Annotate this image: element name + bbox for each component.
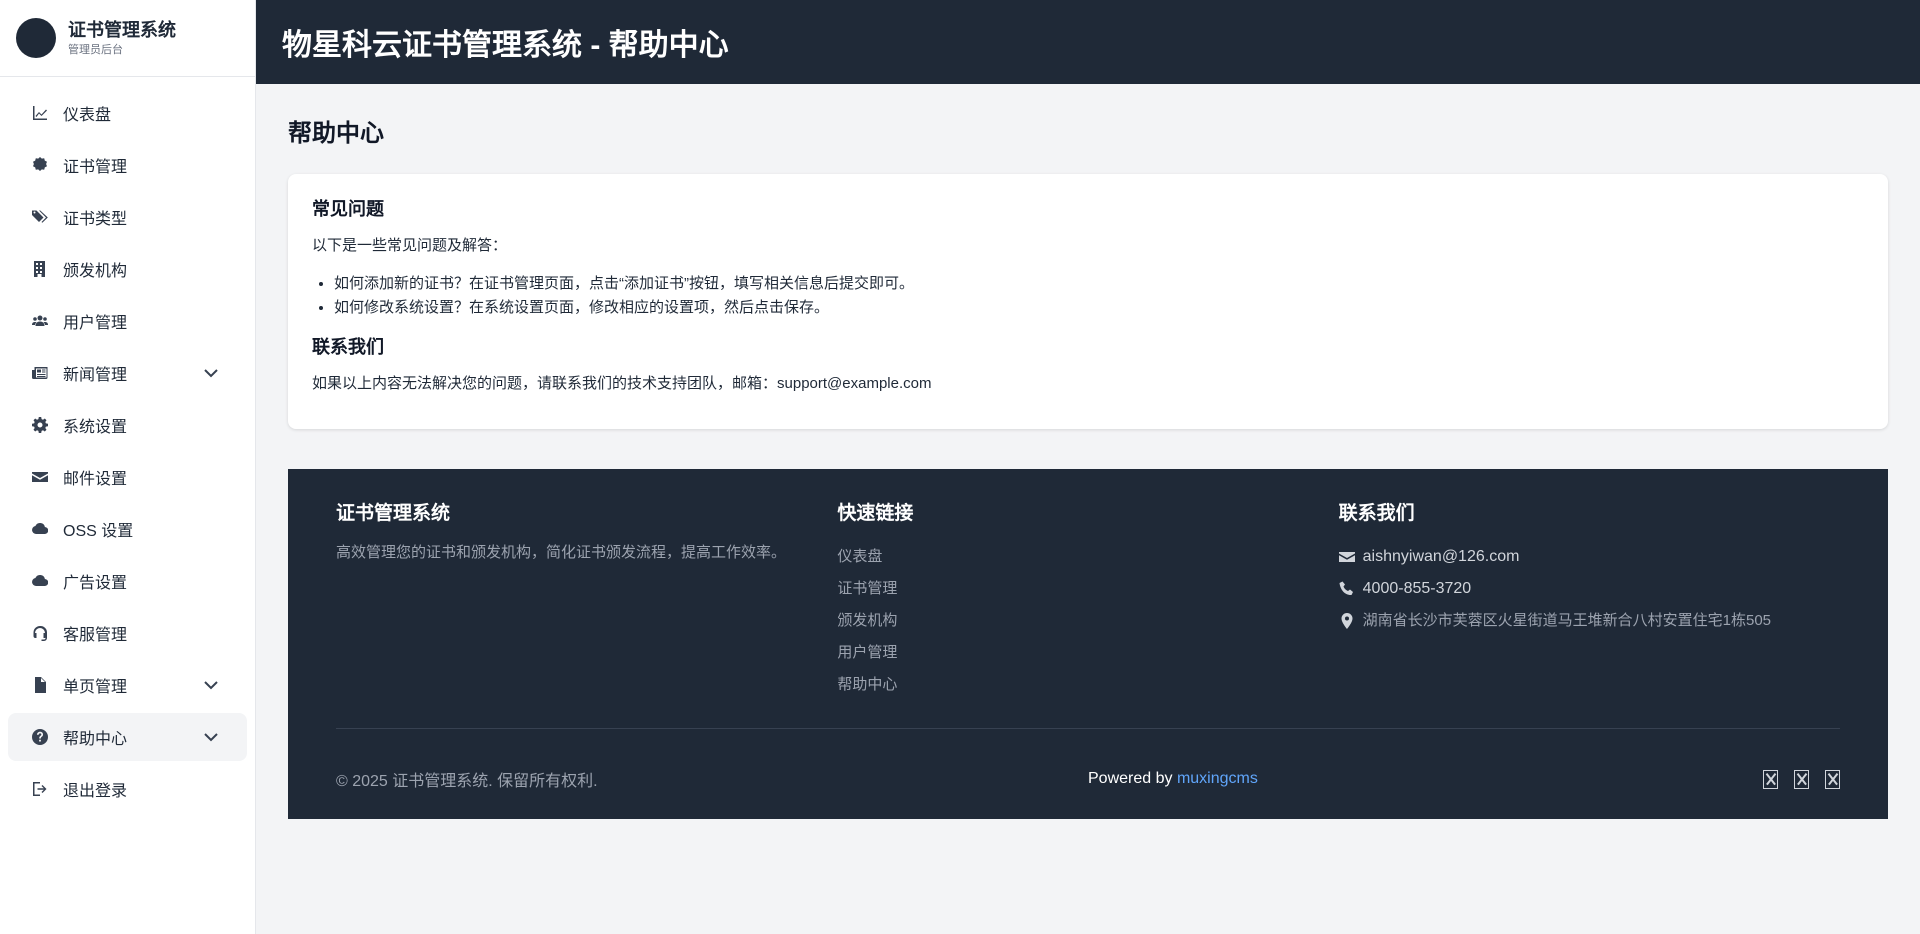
footer-email-text: aishnyiwan@126.com	[1362, 548, 1520, 565]
footer-divider	[336, 728, 1840, 729]
chart-line-icon	[32, 101, 56, 125]
brand: 证书管理系统 管理员后台	[0, 0, 255, 77]
sidebar-item-dashboard[interactable]: 仪表盘	[8, 89, 247, 137]
sidebar-item-cert-types[interactable]: 证书类型	[8, 193, 247, 241]
powered-link[interactable]: muxingcms	[1177, 770, 1258, 787]
sidebar-item-label: 新闻管理	[63, 367, 128, 384]
footer-bottom: © 2025 证书管理系统. 保留所有权利. Powered by muxing…	[336, 759, 1840, 799]
top-header: 物星科云证书管理系统 - 帮助中心	[256, 0, 1920, 84]
sidebar-item-label: 系统设置	[63, 419, 128, 436]
sidebar-item-single-pages[interactable]: 单页管理	[8, 661, 247, 709]
sidebar-item-logout[interactable]: 退出登录	[8, 765, 247, 813]
chevron-down-icon[interactable]	[203, 677, 219, 693]
footer-address-text: 湖南省长沙市芙蓉区火星街道马王堆新合八村安置住宅1栋505	[1362, 612, 1772, 629]
sidebar-item-oss-settings[interactable]: OSS 设置	[8, 505, 247, 553]
sidebar-item-label: 用户管理	[63, 315, 128, 332]
footer-link-users[interactable]: 用户管理	[837, 637, 1338, 669]
sidebar: 证书管理系统 管理员后台 仪表盘 证书管理 证书类型 颁发机构 用户管理 新闻管…	[0, 0, 256, 934]
footer-about-title: 证书管理系统	[336, 503, 451, 524]
brand-avatar	[16, 18, 56, 58]
social-icon-1[interactable]	[1763, 769, 1778, 789]
footer-quick-links: 快速链接 仪表盘 证书管理 颁发机构 用户管理 帮助中心	[837, 501, 1338, 701]
chevron-down-icon[interactable]	[203, 729, 219, 745]
sidebar-nav: 仪表盘 证书管理 证书类型 颁发机构 用户管理 新闻管理 系统设置 邮件设置 O…	[0, 77, 255, 813]
gear-icon	[32, 413, 56, 437]
copyright: © 2025 证书管理系统. 保留所有权利.	[336, 773, 598, 790]
sidebar-item-label: 颁发机构	[63, 263, 128, 280]
faq-list: 如何添加新的证书？在证书管理页面，点击“添加证书”按钮，填写相关信息后提交即可。…	[312, 272, 1864, 320]
envelope-icon	[32, 465, 56, 489]
question-circle-icon	[32, 725, 56, 749]
sidebar-item-label: 仪表盘	[63, 107, 112, 124]
headset-icon	[32, 621, 56, 645]
sign-out-icon	[32, 777, 56, 801]
sidebar-item-issuers[interactable]: 颁发机构	[8, 245, 247, 293]
footer-phone: 4000-855-3720	[1339, 573, 1840, 605]
list-item: 如何添加新的证书？在证书管理页面，点击“添加证书”按钮，填写相关信息后提交即可。	[334, 272, 1864, 296]
envelope-icon	[1338, 552, 1355, 562]
powered-by: Powered by muxingcms	[1088, 770, 1258, 788]
building-icon	[32, 257, 56, 281]
footer-contact-title: 联系我们	[1338, 503, 1415, 524]
sidebar-item-label: 邮件设置	[63, 471, 128, 488]
footer: 证书管理系统 高效管理您的证书和颁发机构，简化证书颁发流程，提高工作效率。 快速…	[288, 469, 1888, 819]
sidebar-item-label: OSS 设置	[63, 523, 134, 540]
sidebar-item-label: 帮助中心	[63, 731, 128, 748]
sidebar-item-label: 客服管理	[63, 627, 128, 644]
social-links	[1763, 769, 1840, 789]
footer-about: 证书管理系统 高效管理您的证书和颁发机构，简化证书颁发流程，提高工作效率。	[336, 501, 837, 701]
sidebar-item-customer-service[interactable]: 客服管理	[8, 609, 247, 657]
sidebar-item-system-settings[interactable]: 系统设置	[8, 401, 247, 449]
social-icon-3[interactable]	[1825, 769, 1840, 789]
contact-text: 如果以上内容无法解决您的问题，请联系我们的技术支持团队，邮箱：support@e…	[312, 375, 932, 392]
users-icon	[32, 309, 56, 333]
phone-icon	[1339, 581, 1353, 596]
brand-subtitle: 管理员后台	[68, 44, 123, 56]
footer-link-help[interactable]: 帮助中心	[837, 669, 1338, 701]
footer-email: aishnyiwan@126.com	[1338, 541, 1840, 573]
footer-phone-text: 4000-855-3720	[1362, 580, 1472, 597]
newspaper-icon	[32, 361, 56, 385]
certificate-icon	[32, 153, 56, 177]
header-title: 物星科云证书管理系统 - 帮助中心	[282, 29, 729, 62]
sidebar-item-mail-settings[interactable]: 邮件设置	[8, 453, 247, 501]
sidebar-item-label: 退出登录	[63, 783, 128, 800]
sidebar-item-label: 广告设置	[63, 575, 128, 592]
faq-title: 常见问题	[312, 199, 384, 219]
cloud-icon	[32, 569, 56, 593]
list-item: 如何修改系统设置？在系统设置页面，修改相应的设置项，然后点击保存。	[334, 296, 1864, 320]
powered-prefix: Powered by	[1088, 770, 1177, 787]
cloud-icon	[32, 517, 56, 541]
footer-links-title: 快速链接	[837, 503, 914, 524]
footer-about-desc: 高效管理您的证书和颁发机构，简化证书颁发流程，提高工作效率。	[336, 544, 787, 561]
sidebar-item-news[interactable]: 新闻管理	[8, 349, 247, 397]
contact-title: 联系我们	[312, 337, 384, 357]
main-content: 帮助中心 常见问题 以下是一些常见问题及解答： 如何添加新的证书？在证书管理页面…	[288, 84, 1888, 819]
sidebar-item-ad-settings[interactable]: 广告设置	[8, 557, 247, 605]
footer-address: 湖南省长沙市芙蓉区火星街道马王堆新合八村安置住宅1栋505	[1339, 605, 1840, 637]
chevron-down-icon[interactable]	[203, 365, 219, 381]
sidebar-item-label: 单页管理	[63, 679, 128, 696]
sidebar-item-label: 证书类型	[63, 211, 128, 228]
footer-link-dashboard[interactable]: 仪表盘	[837, 541, 1338, 573]
sidebar-item-label: 证书管理	[63, 159, 128, 176]
file-icon	[32, 673, 56, 697]
tags-icon	[32, 205, 56, 229]
help-card: 常见问题 以下是一些常见问题及解答： 如何添加新的证书？在证书管理页面，点击“添…	[288, 174, 1888, 429]
page-title: 帮助中心	[288, 120, 384, 147]
map-marker-icon	[1341, 613, 1353, 629]
footer-link-issuers[interactable]: 颁发机构	[837, 605, 1338, 637]
social-icon-2[interactable]	[1794, 769, 1809, 789]
sidebar-item-users[interactable]: 用户管理	[8, 297, 247, 345]
faq-intro: 以下是一些常见问题及解答：	[312, 237, 508, 254]
footer-contact: 联系我们 aishnyiwan@126.com 4000-855-3720 湖南…	[1338, 501, 1840, 701]
brand-title: 证书管理系统	[68, 20, 176, 40]
sidebar-item-certificates[interactable]: 证书管理	[8, 141, 247, 189]
footer-link-certificates[interactable]: 证书管理	[837, 573, 1338, 605]
sidebar-item-help-center[interactable]: 帮助中心	[8, 713, 247, 761]
